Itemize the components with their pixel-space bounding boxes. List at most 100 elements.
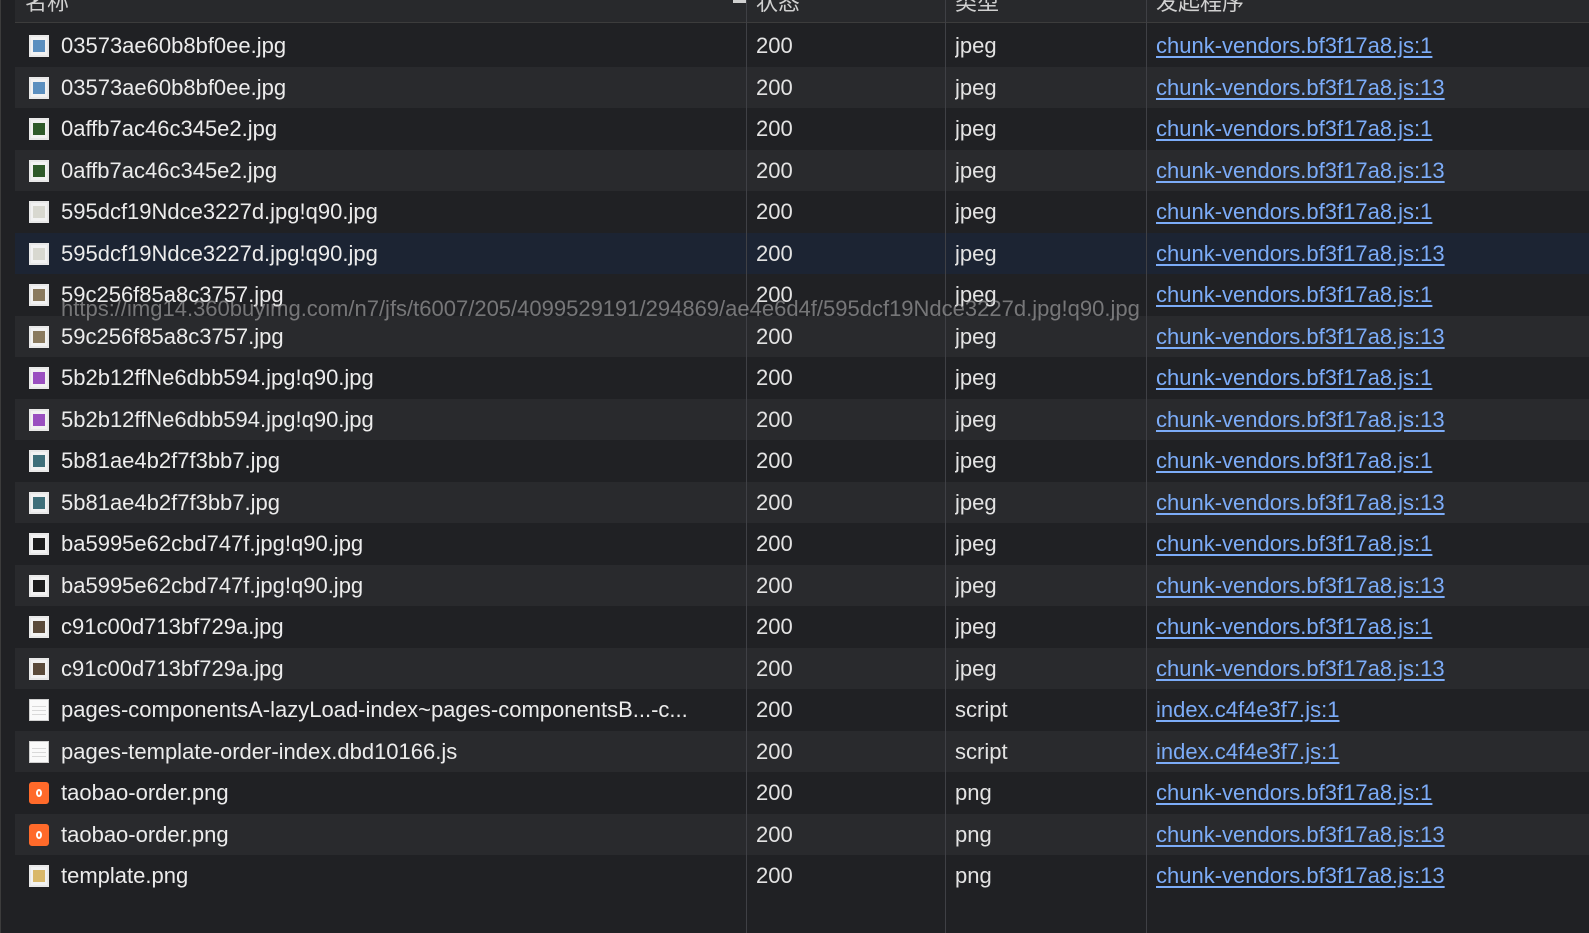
image-thumb-icon — [29, 201, 49, 223]
cell-name[interactable]: c91c00d713bf729a.jpg — [15, 648, 743, 690]
initiator-link[interactable]: chunk-vendors.bf3f17a8.js:13 — [1156, 241, 1445, 266]
cell-name[interactable]: 595dcf19Ndce3227d.jpg!q90.jpg — [15, 233, 743, 275]
table-row[interactable]: 03573ae60b8bf0ee.jpg 200 jpeg chunk-vendors… — [15, 66, 1589, 109]
initiator-link[interactable]: chunk-vendors.bf3f17a8.js:1 — [1156, 448, 1432, 473]
initiator-link[interactable]: chunk-vendors.bf3f17a8.js:13 — [1156, 324, 1445, 349]
initiator-link[interactable]: chunk-vendors.bf3f17a8.js:13 — [1156, 75, 1445, 100]
initiator-link[interactable]: chunk-vendors.bf3f17a8.js:1 — [1156, 531, 1432, 556]
column-divider[interactable] — [1146, 0, 1147, 933]
cell-initiator: chunk-vendors.bf3f17a8.js:1 — [1156, 606, 1576, 648]
cell-type: script — [955, 738, 1008, 764]
cell-name[interactable]: pages-componentsA-lazyLoad-index~pages-c… — [15, 689, 743, 731]
initiator-link[interactable]: chunk-vendors.bf3f17a8.js:1 — [1156, 199, 1432, 224]
sort-indicator-icon[interactable] — [733, 0, 747, 3]
header-type[interactable]: 类型 — [955, 0, 1145, 22]
cell-name[interactable]: 0affb7ac46c345e2.jpg — [15, 150, 743, 192]
table-row[interactable]: c91c00d713bf729a.jpg 200 jpeg chunk-vendors… — [15, 606, 1589, 648]
request-name: 5b2b12ffNe6dbb594.jpg!q90.jpg — [61, 365, 374, 390]
cell-name[interactable]: ba5995e62cbd747f.jpg!q90.jpg — [15, 565, 743, 607]
cell-type: jpeg — [955, 282, 997, 307]
cell-name[interactable]: 595dcf19Ndce3227d.jpg!q90.jpg — [15, 191, 743, 233]
cell-type: png — [955, 821, 992, 847]
cell-name[interactable]: 59c256f85a8c3757.jpg — [15, 274, 743, 316]
table-row[interactable]: 595dcf19Ndce3227d.jpg!q90.jpg 200 jpeg chun… — [15, 191, 1589, 233]
column-divider[interactable] — [746, 0, 747, 933]
cell-name[interactable]: 03573ae60b8bf0ee.jpg — [15, 25, 743, 67]
cell-name[interactable]: ba5995e62cbd747f.jpg!q90.jpg — [15, 523, 743, 565]
initiator-link[interactable]: chunk-vendors.bf3f17a8.js:13 — [1156, 822, 1445, 847]
cell-name[interactable]: 03573ae60b8bf0ee.jpg — [15, 67, 743, 109]
table-row[interactable]: 5b81ae4b2f7f3bb7.jpg 200 jpeg chunk-vendors… — [15, 481, 1589, 524]
table-row[interactable]: 595dcf19Ndce3227d.jpg!q90.jpg 200 jpeg chun… — [15, 232, 1589, 275]
table-row[interactable]: pages-template-order-index.dbd10166.js 20… — [15, 730, 1589, 773]
table-row[interactable]: 59c256f85a8c3757.jpg 200 jpeg chunk-vendors… — [15, 274, 1589, 316]
table-row[interactable]: ba5995e62cbd747f.jpg!q90.jpg 200 jpeg chunk… — [15, 564, 1589, 607]
cell-initiator: chunk-vendors.bf3f17a8.js:13 — [1156, 150, 1576, 192]
cell-name[interactable]: 5b81ae4b2f7f3bb7.jpg — [15, 440, 743, 482]
cell-name[interactable]: c91c00d713bf729a.jpg — [15, 606, 743, 648]
cell-name[interactable]: 0affb7ac46c345e2.jpg — [15, 108, 743, 150]
table-row[interactable]: c91c00d713bf729a.jpg 200 jpeg chunk-vendors… — [15, 647, 1589, 690]
initiator-link[interactable]: chunk-vendors.bf3f17a8.js:1 — [1156, 282, 1432, 307]
cell-name[interactable]: 5b81ae4b2f7f3bb7.jpg — [15, 482, 743, 524]
cell-name[interactable]: pages-template-order-index.dbd10166.js — [15, 731, 743, 773]
initiator-link[interactable]: chunk-vendors.bf3f17a8.js:1 — [1156, 614, 1432, 639]
cell-initiator: chunk-vendors.bf3f17a8.js:13 — [1156, 67, 1576, 109]
request-name: 595dcf19Ndce3227d.jpg!q90.jpg — [61, 199, 378, 224]
table-row[interactable]: 5b2b12ffNe6dbb594.jpg!q90.jpg 200 jpeg chun… — [15, 398, 1589, 441]
image-thumb-icon — [29, 657, 49, 680]
table-row[interactable]: 5b81ae4b2f7f3bb7.jpg 200 jpeg chunk-vendors… — [15, 440, 1589, 482]
cell-name[interactable]: taobao-order.png — [15, 814, 743, 856]
cell-name[interactable]: taobao-order.png — [15, 772, 743, 814]
table-row[interactable]: 59c256f85a8c3757.jpg 200 jpeg chunk-vendors… — [15, 315, 1589, 358]
table-row[interactable]: taobao-order.png 200 png chunk-vendors.bf3f… — [15, 772, 1589, 814]
initiator-link[interactable]: chunk-vendors.bf3f17a8.js:13 — [1156, 407, 1445, 432]
initiator-link[interactable]: chunk-vendors.bf3f17a8.js:13 — [1156, 863, 1445, 888]
cell-initiator: chunk-vendors.bf3f17a8.js:13 — [1156, 648, 1576, 690]
initiator-link[interactable]: chunk-vendors.bf3f17a8.js:1 — [1156, 780, 1432, 805]
request-name: ba5995e62cbd747f.jpg!q90.jpg — [61, 531, 364, 556]
cell-status: 200 — [756, 116, 793, 141]
cell-type: jpeg — [955, 116, 997, 141]
request-name: 59c256f85a8c3757.jpg — [61, 323, 284, 349]
table-row[interactable]: taobao-order.png 200 png chunk-vendors.bf3f… — [15, 813, 1589, 856]
cell-name[interactable]: 59c256f85a8c3757.jpg — [15, 316, 743, 358]
column-divider[interactable] — [945, 0, 946, 933]
cell-status: 200 — [756, 780, 793, 805]
table-row[interactable]: template.png 200 png chunk-vendors.bf3f17a8… — [15, 855, 1589, 897]
initiator-link[interactable]: chunk-vendors.bf3f17a8.js:13 — [1156, 490, 1445, 515]
image-thumb-icon — [29, 35, 49, 57]
initiator-link[interactable]: chunk-vendors.bf3f17a8.js:13 — [1156, 656, 1445, 681]
initiator-link[interactable]: chunk-vendors.bf3f17a8.js:1 — [1156, 365, 1432, 390]
initiator-link[interactable]: chunk-vendors.bf3f17a8.js:13 — [1156, 573, 1445, 598]
cell-name[interactable]: template.png — [15, 855, 743, 897]
initiator-link[interactable]: chunk-vendors.bf3f17a8.js:13 — [1156, 158, 1445, 183]
initiator-link[interactable]: index.c4f4e3f7.js:1 — [1156, 739, 1339, 764]
cell-status: 200 — [756, 614, 793, 639]
request-name: 03573ae60b8bf0ee.jpg — [61, 33, 287, 58]
table-row[interactable]: 03573ae60b8bf0ee.jpg 200 jpeg chunk-vendors… — [15, 25, 1589, 67]
cell-initiator: chunk-vendors.bf3f17a8.js:13 — [1156, 814, 1576, 856]
cell-name[interactable]: 5b2b12ffNe6dbb594.jpg!q90.jpg — [15, 399, 743, 441]
request-name: 0affb7ac46c345e2.jpg — [61, 157, 278, 183]
header-initiator[interactable]: 发起程序 — [1156, 0, 1576, 22]
image-thumb-icon — [29, 159, 49, 182]
table-row[interactable]: pages-componentsA-lazyLoad-index~pages-c… — [15, 689, 1589, 731]
header-name[interactable]: 名称 — [25, 0, 725, 22]
cell-type: script — [955, 697, 1008, 722]
image-thumb-icon — [29, 118, 49, 140]
table-row[interactable]: 5b2b12ffNe6dbb594.jpg!q90.jpg 200 jpeg chun… — [15, 357, 1589, 399]
cell-status: 200 — [756, 572, 793, 598]
initiator-link[interactable]: chunk-vendors.bf3f17a8.js:1 — [1156, 116, 1432, 141]
request-name: c91c00d713bf729a.jpg — [61, 614, 284, 639]
table-row[interactable]: 0affb7ac46c345e2.jpg 200 jpeg chunk-vendors… — [15, 108, 1589, 150]
cell-initiator: chunk-vendors.bf3f17a8.js:13 — [1156, 316, 1576, 358]
table-row[interactable]: ba5995e62cbd747f.jpg!q90.jpg 200 jpeg chunk… — [15, 523, 1589, 565]
initiator-link[interactable]: chunk-vendors.bf3f17a8.js:1 — [1156, 33, 1432, 58]
image-thumb-icon — [29, 325, 49, 348]
cell-name[interactable]: 5b2b12ffNe6dbb594.jpg!q90.jpg — [15, 357, 743, 399]
table-row[interactable]: 0affb7ac46c345e2.jpg 200 jpeg chunk-vendors… — [15, 149, 1589, 192]
header-status[interactable]: 状态 — [756, 0, 946, 22]
initiator-link[interactable]: index.c4f4e3f7.js:1 — [1156, 697, 1339, 722]
image-thumb-icon — [29, 533, 49, 555]
